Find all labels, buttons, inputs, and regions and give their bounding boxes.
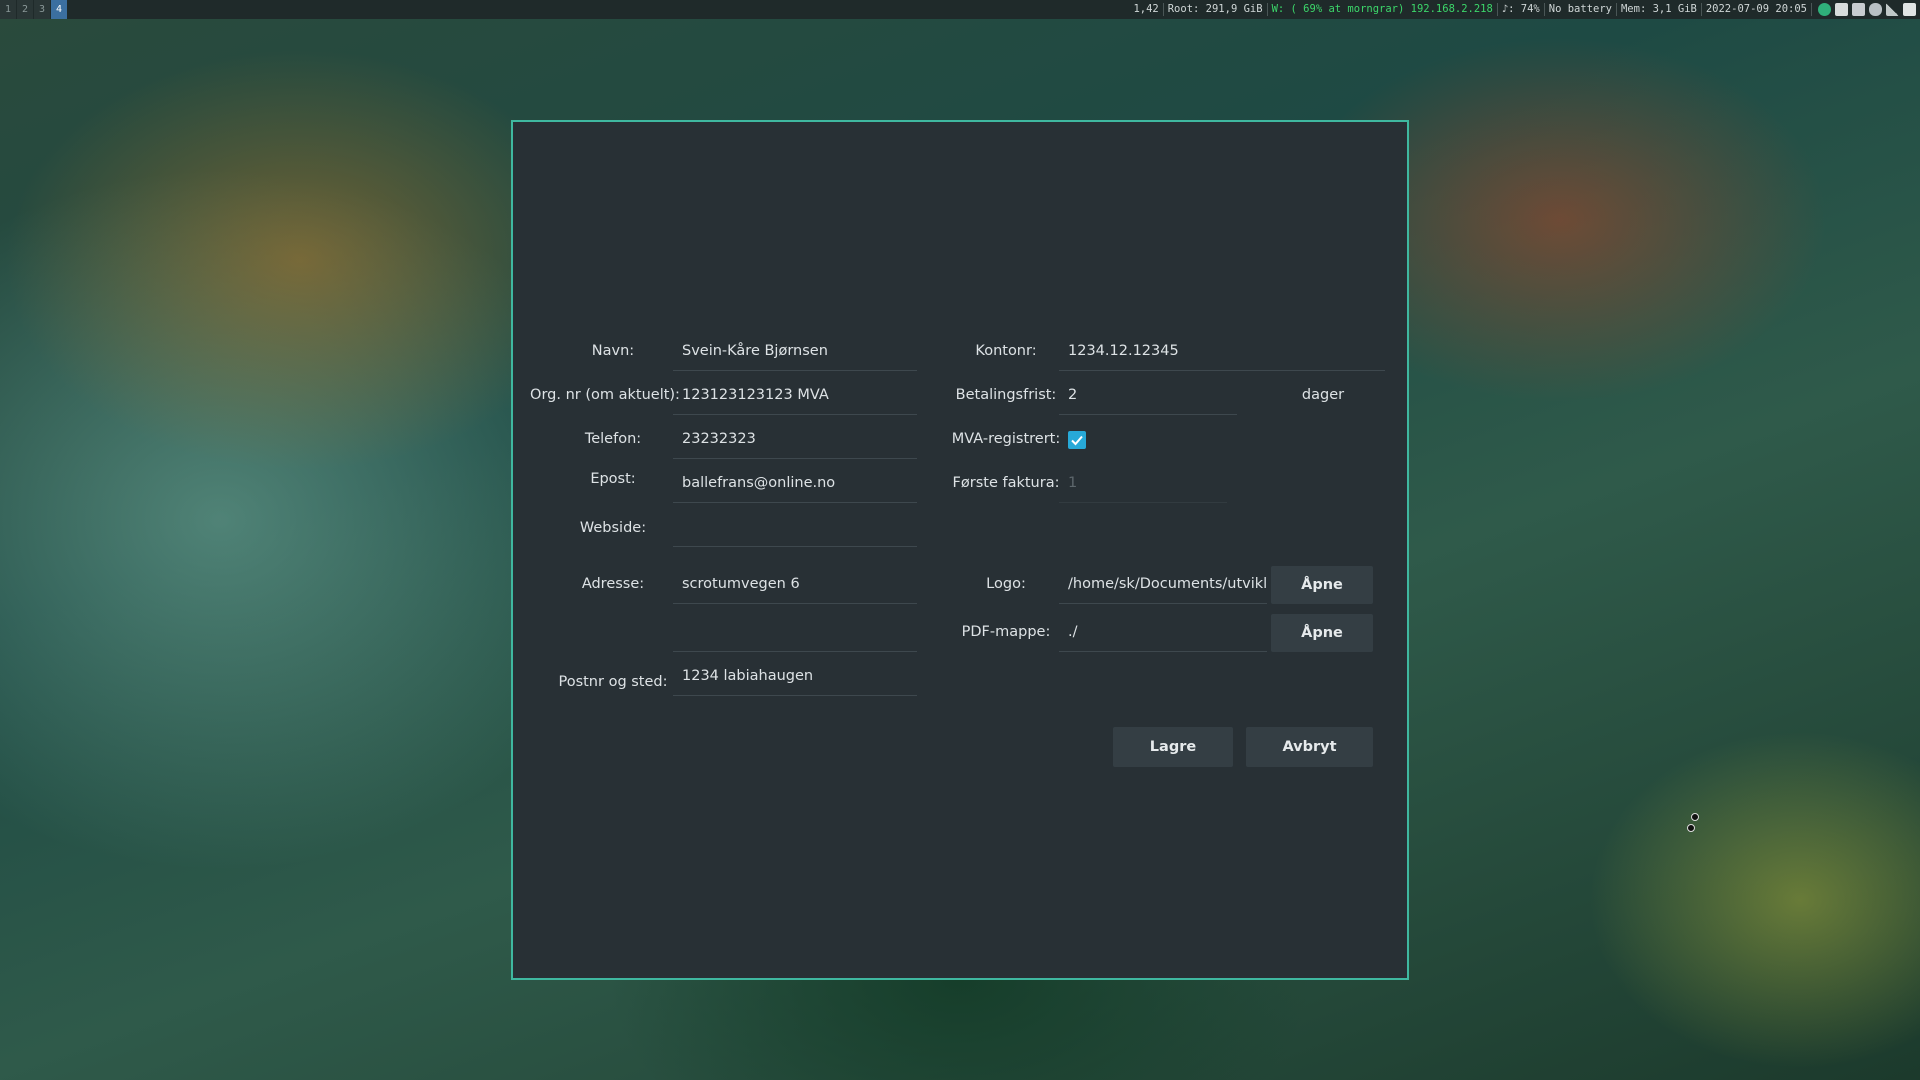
date-time: 2022-07-09 20:05 (1702, 3, 1812, 16)
epost-label: Epost: (590, 471, 636, 487)
cloud-icon[interactable] (1869, 3, 1882, 16)
system-tray (1818, 3, 1916, 16)
workspace-4[interactable]: 4 (51, 0, 67, 19)
mva-label: MVA-registrert: (951, 431, 1061, 447)
pdf-folder-open-button[interactable]: Åpne (1271, 614, 1373, 652)
battery-status: No battery (1545, 3, 1617, 16)
orgnr-field[interactable]: 123123123123 MVA (673, 375, 917, 415)
logo-path-field[interactable]: /home/sk/Documents/utviklir (1059, 564, 1267, 604)
logo-open-button[interactable]: Åpne (1271, 566, 1373, 604)
telefon-field[interactable]: 23232323 (673, 419, 917, 459)
volume-status: ♪: 74% (1498, 3, 1545, 16)
wifi-status: W: ( 69% at morngrar) 192.168.2.218 (1268, 3, 1498, 16)
epost-field[interactable]: ballefrans@online.no (673, 463, 917, 503)
checkmark-icon (1071, 435, 1083, 446)
betalingsfrist-field[interactable]: 2 (1059, 375, 1237, 415)
globe-icon[interactable] (1818, 3, 1831, 16)
workspace-1[interactable]: 1 (0, 0, 16, 19)
save-button[interactable]: Lagre (1113, 727, 1233, 767)
postnr-field[interactable]: 1234 labiahaugen (673, 656, 917, 696)
navn-field[interactable]: Svein-Kåre Bjørnsen (673, 331, 917, 371)
update-icon[interactable] (1903, 3, 1916, 16)
navn-label: Navn: (591, 343, 635, 359)
network-icon[interactable] (1886, 3, 1899, 16)
pdf-folder-field[interactable]: ./ (1059, 612, 1267, 652)
mouse-cursor-icon (1687, 813, 1699, 832)
load-average: 1,42 (1129, 3, 1164, 16)
webside-field[interactable] (673, 507, 917, 547)
disk-usage: Root: 291,9 GiB (1164, 3, 1268, 16)
memory-usage: Mem: 3,1 GiB (1617, 3, 1702, 16)
status-info: 1,42 Root: 291,9 GiB W: ( 69% at morngra… (1129, 0, 1916, 19)
betalingsfrist-unit: dager (1301, 387, 1345, 403)
kontonr-field[interactable]: 1234.12.12345 (1059, 331, 1385, 371)
telefon-label: Telefon: (584, 431, 642, 447)
cancel-button[interactable]: Avbryt (1246, 727, 1373, 767)
postnr-label: Postnr og sted: (558, 674, 668, 690)
company-settings-dialog: Navn: Svein-Kåre Bjørnsen Org. nr (om ak… (511, 120, 1409, 980)
workspace-switcher: 1 2 3 4 (0, 0, 68, 19)
adresse-field[interactable]: scrotumvegen 6 (673, 564, 917, 604)
status-bar: 1 2 3 4 1,42 Root: 291,9 GiB W: ( 69% at… (0, 0, 1920, 19)
workspace-3[interactable]: 3 (34, 0, 50, 19)
workspace-2[interactable]: 2 (17, 0, 33, 19)
discord-icon[interactable] (1835, 3, 1848, 16)
mva-checkbox[interactable] (1068, 431, 1086, 449)
adresse2-field[interactable] (673, 612, 917, 652)
dropbox-icon[interactable] (1852, 3, 1865, 16)
orgnr-label: Org. nr (om aktuelt): (530, 387, 680, 403)
adresse-label: Adresse: (581, 576, 645, 592)
webside-label: Webside: (579, 520, 647, 536)
forste-faktura-field: 1 (1059, 463, 1227, 503)
